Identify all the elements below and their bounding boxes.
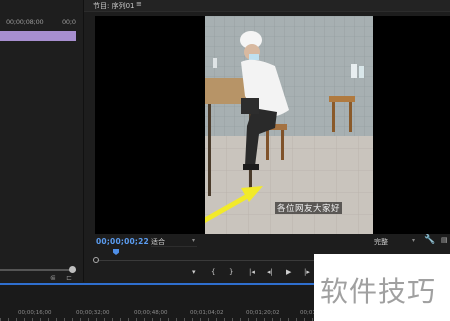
- wrench-icon[interactable]: 🔧: [424, 235, 435, 245]
- timeline-tick: 00;00;48;00: [134, 310, 168, 316]
- timeline-tick: 00;01;20;02: [246, 310, 280, 316]
- play-button[interactable]: ▶: [286, 268, 291, 276]
- current-timecode[interactable]: 00;00;00;22: [96, 237, 149, 246]
- chevron-down-icon: ▾: [411, 237, 415, 244]
- step-back-button[interactable]: ◂|: [267, 268, 273, 276]
- resolution-select-value: 完整: [374, 238, 388, 246]
- insert-icon[interactable]: ⊏: [66, 274, 72, 282]
- timeline-tick: 00;00;16;00: [18, 310, 52, 316]
- video-frame: 各位网友大家好: [205, 16, 373, 234]
- video-clip[interactable]: [0, 31, 76, 41]
- timeline-tick: 00;00;32;00: [76, 310, 110, 316]
- program-viewer[interactable]: 各位网友大家好: [95, 16, 450, 234]
- mark-out-button[interactable]: }: [229, 268, 233, 276]
- export-frame-icon[interactable]: ▤: [441, 236, 448, 244]
- export-icon[interactable]: ⋐: [50, 274, 56, 282]
- zoom-select[interactable]: 适合 ▾: [151, 237, 197, 247]
- source-panel: 00;00;08;00 00;0 ⋐ ⊏: [0, 0, 84, 282]
- playhead[interactable]: [113, 249, 119, 255]
- timecode-right: 00;0: [62, 18, 76, 26]
- go-to-in-button[interactable]: |◂: [249, 268, 255, 276]
- timecode-left: 00;00;08;00: [6, 18, 44, 26]
- program-title[interactable]: 节目: 序列01: [93, 1, 135, 11]
- chevron-down-icon: ▾: [191, 237, 195, 244]
- add-marker-button[interactable]: ▾: [192, 268, 196, 276]
- step-forward-button[interactable]: |▸: [304, 268, 310, 276]
- zoom-handle[interactable]: [69, 266, 76, 273]
- timeline-tick: 00;01;04;02: [190, 310, 224, 316]
- mark-in-button[interactable]: {: [211, 268, 215, 276]
- watermark: 软件技巧: [314, 254, 450, 321]
- zoom-scrollbar[interactable]: [0, 269, 76, 271]
- resolution-select[interactable]: 完整 ▾: [374, 237, 417, 247]
- watermark-text: 软件技巧: [320, 275, 437, 308]
- zoom-select-value: 适合: [151, 238, 165, 246]
- ruler-start-marker[interactable]: [93, 257, 99, 263]
- video-subtitle: 各位网友大家好: [275, 202, 343, 214]
- program-monitor-header: 节目: 序列01 ≡: [84, 0, 450, 12]
- panel-menu-icon[interactable]: ≡: [136, 0, 142, 8]
